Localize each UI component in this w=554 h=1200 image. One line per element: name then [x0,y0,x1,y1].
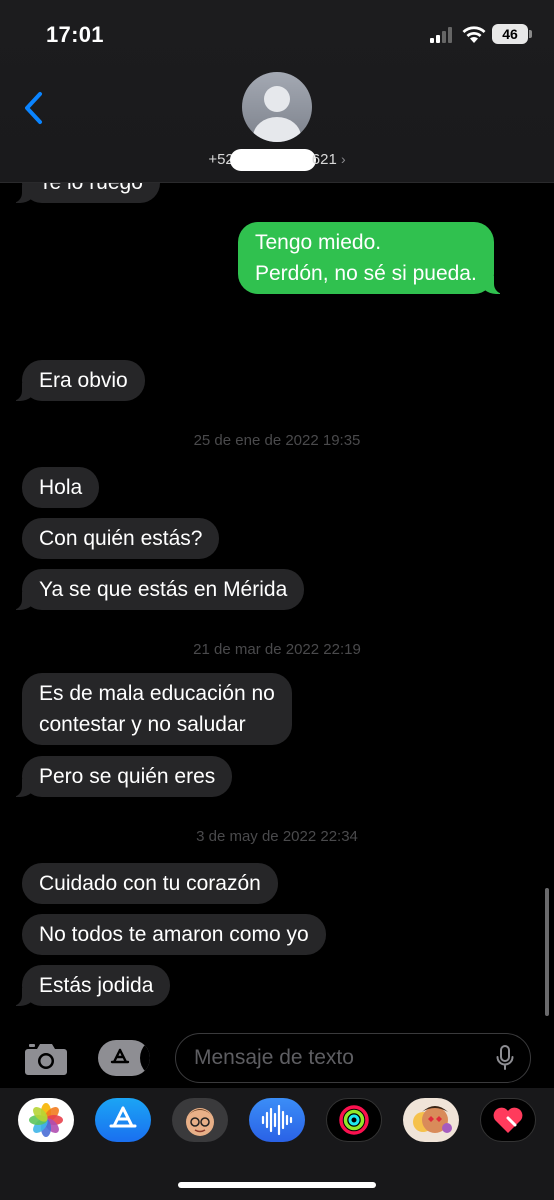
battery-indicator: 46 [492,24,532,44]
photos-icon[interactable] [18,1098,74,1142]
digital-touch-icon[interactable] [480,1098,536,1142]
incoming-message[interactable]: Con quién estás? [22,518,220,559]
app-store-icon[interactable] [95,1098,151,1142]
timestamp: 3 de may de 2022 22:34 [196,828,358,845]
camera-icon[interactable] [24,1040,68,1076]
incoming-message[interactable]: Era obvio [8,360,145,401]
incoming-message[interactable]: No todos te amaron como yo [22,914,326,955]
app-store-icon [110,1048,130,1064]
incoming-message[interactable]: Cuidado con tu corazón [22,863,278,904]
cellular-signal-icon [430,27,454,43]
message-input[interactable]: Mensaje de texto [175,1033,531,1083]
timestamp: 21 de mar de 2022 22:19 [193,641,361,658]
back-chevron-icon[interactable] [20,90,48,126]
conversation-header: 17:01 46 +52 621 › [0,0,554,183]
chevron-right-icon: › [340,150,346,167]
memoji-icon[interactable] [172,1098,228,1142]
message-text: Con quién estás? [39,527,203,550]
incoming-message[interactable]: Ya se que estás en Mérida [7,569,305,610]
incoming-message[interactable]: Estás jodida [7,965,171,1006]
incoming-message[interactable]: Pero se quién eres [7,756,233,797]
memoji-stickers-icon[interactable] [403,1098,459,1142]
audio-icon[interactable] [249,1098,305,1142]
home-indicator[interactable] [178,1182,376,1188]
incoming-message[interactable]: Es de mala educación no contestar y no s… [22,673,292,745]
wifi-icon [462,26,486,43]
redaction-mask [229,149,316,171]
incoming-message[interactable]: Hola [22,467,100,508]
outgoing-message[interactable]: Tengo miedo. Perdón, no sé si pueda. [238,222,508,294]
message-text: Estás jodida [39,974,154,997]
message-text: Pero se quién eres [39,765,216,788]
status-time: 17:01 [46,22,104,47]
microphone-icon[interactable] [496,1045,514,1071]
input-placeholder: Mensaje de texto [194,1046,354,1069]
number-suffix: 621 [311,150,337,168]
message-text: No todos te amaron como yo [39,923,309,946]
scrollbar[interactable] [545,888,549,1016]
timestamp: 25 de ene de 2022 19:35 [193,432,361,449]
contact-avatar[interactable] [242,72,312,142]
message-text: Es de mala educación no contestar y no s… [39,682,275,736]
message-text: Era obvio [39,369,128,392]
message-text: Hola [39,476,83,499]
apps-button[interactable] [98,1040,150,1076]
message-text: Ya se que estás en Mérida [39,578,288,601]
contact-number[interactable]: +52 621 › [0,149,554,171]
activity-icon[interactable] [326,1098,382,1142]
message-text: Cuidado con tu corazón [39,872,261,895]
message-text: Tengo miedo. Perdón, no sé si pueda. [255,231,477,285]
